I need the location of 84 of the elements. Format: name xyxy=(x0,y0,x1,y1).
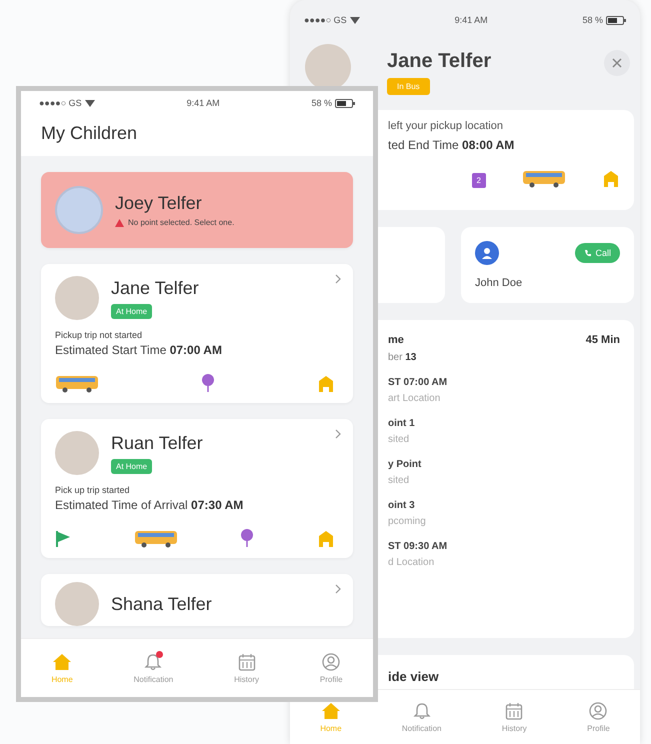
chevron-icon xyxy=(335,274,341,284)
tab-button[interactable]: Notification xyxy=(128,650,180,686)
wifi-icon xyxy=(84,99,95,107)
child-card[interactable]: Jane Telfer At Home Pickup trip not started Estimated Start Time 07:00 AM xyxy=(41,264,353,403)
tab-button[interactable]: Home xyxy=(45,650,79,686)
alert-text: No point selected. Select one. xyxy=(128,218,234,227)
profile-icon xyxy=(321,652,342,670)
tab-button[interactable]: History xyxy=(496,700,533,734)
clock-text: 9:41 AM xyxy=(186,98,220,108)
wifi-icon xyxy=(350,16,360,24)
tab-button[interactable]: Profile xyxy=(314,650,349,686)
clock-text: 9:41 AM xyxy=(454,15,488,25)
stop-time: ST 07:00 AM xyxy=(388,377,448,388)
chevron-icon xyxy=(335,429,341,439)
status-badge: At Home xyxy=(111,304,152,318)
avatar xyxy=(55,186,103,234)
stop-time: oint 1 xyxy=(388,418,416,429)
child-name: Joey Telfer xyxy=(115,193,203,214)
stop-time: ST 09:30 AM xyxy=(388,541,448,552)
stop-label: pcoming xyxy=(388,516,427,527)
signal-text: ●●●●○ GS xyxy=(39,98,82,108)
stop-time: y Point xyxy=(388,459,422,470)
tab-button[interactable]: Notification xyxy=(396,700,448,734)
status-badge: At Home xyxy=(111,458,152,474)
time-text: Estimated Start Time 07:00 AM xyxy=(55,343,223,357)
bus-icon xyxy=(134,528,178,548)
profile-icon xyxy=(588,702,608,720)
section-title: ide view xyxy=(388,669,439,684)
signal-text: ●●●●○ GS xyxy=(304,15,347,25)
school-icon xyxy=(316,530,335,548)
school-icon xyxy=(602,170,620,188)
close-icon xyxy=(612,58,622,68)
home-icon xyxy=(52,652,72,670)
time-text: Estimated Time of Arrival 07:30 AM xyxy=(55,498,244,512)
child-name: Shana Telfer xyxy=(111,594,212,614)
bus-icon xyxy=(522,168,566,188)
child-card[interactable]: Shana Telfer xyxy=(41,574,353,626)
tab-button[interactable]: History xyxy=(228,650,265,686)
trip-status: Pick up trip started xyxy=(55,485,131,495)
child-name: Jane Telfer xyxy=(111,278,199,298)
status-badge: In Bus xyxy=(387,78,430,95)
bell-icon xyxy=(412,702,432,720)
driver-name: John Doe xyxy=(475,277,524,289)
close-button[interactable] xyxy=(604,50,630,76)
battery-icon xyxy=(334,98,355,108)
child-card[interactable]: Joey Telfer No point selected. Select one. xyxy=(41,172,353,248)
page-title: My Children xyxy=(40,122,138,145)
bell-icon xyxy=(143,652,164,670)
timeline-title: me xyxy=(388,334,404,346)
child-card[interactable]: Ruan Telfer At Home Pick up trip started Estimated Time of Arrival 07:30 AM xyxy=(41,419,353,558)
pin-icon xyxy=(240,528,254,548)
calendar-icon xyxy=(236,652,257,670)
warning-icon xyxy=(115,218,124,226)
battery-icon xyxy=(606,16,626,24)
stop-marker: 2 xyxy=(472,173,486,188)
school-icon xyxy=(317,375,335,393)
stop-label: sited xyxy=(388,434,410,445)
chevron-icon xyxy=(335,584,341,594)
time-text: ted End Time 08:00 AM xyxy=(388,138,516,152)
home-icon xyxy=(320,702,341,720)
avatar xyxy=(55,431,99,475)
calendar-icon xyxy=(504,702,524,720)
child-name: Ruan Telfer xyxy=(111,432,203,454)
duration-text: 45 Min xyxy=(586,334,620,346)
pin-icon xyxy=(201,373,215,393)
date-text: ber 13 xyxy=(388,352,418,363)
person-icon xyxy=(481,247,493,259)
battery-text: 58 % xyxy=(311,98,332,108)
avatar xyxy=(55,276,99,320)
trip-status: Pickup trip not started xyxy=(55,330,144,340)
phone-icon xyxy=(584,249,592,257)
call-button[interactable]: Call xyxy=(575,243,620,263)
tab-button[interactable]: Profile xyxy=(581,700,616,734)
flag-icon xyxy=(55,530,71,548)
bus-icon xyxy=(55,373,99,393)
battery-text: 58 % xyxy=(582,15,603,25)
stop-label: d Location xyxy=(388,557,436,568)
stop-time: oint 3 xyxy=(388,500,416,511)
tab-button[interactable]: Home xyxy=(314,700,348,734)
child-name: Jane Telfer xyxy=(387,50,492,73)
trip-status: left your pickup location xyxy=(388,120,504,132)
stop-label: art Location xyxy=(388,393,442,404)
stop-label: sited xyxy=(388,475,410,486)
avatar xyxy=(55,582,99,626)
